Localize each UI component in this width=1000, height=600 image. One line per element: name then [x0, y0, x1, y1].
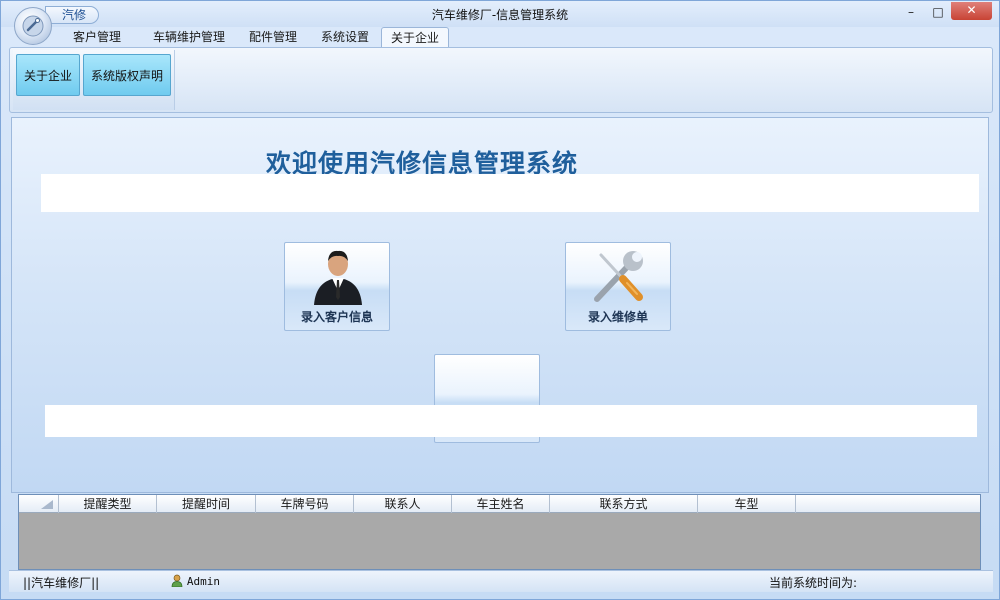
- ribbon-group-about: 关于企业 系统版权声明: [13, 50, 175, 110]
- window-title: 汽车维修厂-信息管理系统: [431, 8, 569, 22]
- add-customer-tile[interactable]: 录入客户信息: [284, 242, 390, 331]
- status-bar: ||汽车维修厂|| Admin 当前系统时间为:: [9, 570, 993, 592]
- copyright-statement-button[interactable]: 系统版权声明: [83, 54, 171, 96]
- status-time-label: 当前系统时间为:: [769, 576, 858, 590]
- column-header-car-model[interactable]: 车型: [698, 495, 796, 513]
- user-icon: [171, 574, 183, 588]
- ribbon-tabs: 客户管理 车辆维护管理 配件管理 系统设置 关于企业: [9, 27, 999, 48]
- quick-access-label[interactable]: 汽修: [45, 6, 99, 24]
- grid-header: 提醒类型 提醒时间 车牌号码 联系人 车主姓名 联系方式 车型: [19, 495, 980, 513]
- column-header-owner-name[interactable]: 车主姓名: [452, 495, 550, 513]
- column-header-reminder-type[interactable]: 提醒类型: [59, 495, 157, 513]
- grid-select-all[interactable]: [19, 495, 59, 513]
- add-customer-label: 录入客户信息: [300, 310, 373, 324]
- sort-corner-icon: [41, 500, 53, 509]
- tab-customer-management[interactable]: 客户管理: [61, 27, 133, 48]
- tab-parts-management[interactable]: 配件管理: [237, 27, 309, 48]
- status-user: Admin: [171, 574, 220, 588]
- column-header-contact-method[interactable]: 联系方式: [550, 495, 698, 513]
- close-button[interactable]: ✕: [951, 2, 992, 20]
- title-bar: 汽修 汽车维修厂-信息管理系统 – □ ✕: [1, 1, 999, 45]
- banner-strip-top: [41, 174, 979, 212]
- banner-strip-bottom: [45, 405, 977, 437]
- tab-vehicle-maintenance[interactable]: 车辆维护管理: [141, 27, 237, 48]
- column-header-reminder-time[interactable]: 提醒时间: [157, 495, 256, 513]
- maximize-button[interactable]: □: [926, 4, 950, 20]
- about-company-button[interactable]: 关于企业: [16, 54, 80, 96]
- businessman-icon: [314, 250, 362, 305]
- status-company: ||汽车维修厂||: [23, 576, 100, 590]
- tab-about-company[interactable]: 关于企业: [381, 27, 449, 48]
- status-user-name: Admin: [186, 575, 220, 588]
- reminder-grid: 提醒类型 提醒时间 车牌号码 联系人 车主姓名 联系方式 车型: [18, 494, 981, 570]
- column-header-contact[interactable]: 联系人: [354, 495, 452, 513]
- wrench-screwdriver-icon: [594, 251, 643, 302]
- column-header-plate-number[interactable]: 车牌号码: [256, 495, 354, 513]
- app-window: 汽修 汽车维修厂-信息管理系统 – □ ✕ 客户管理 车辆维护管理 配件管理 系…: [0, 0, 1000, 600]
- ribbon-panel: 关于企业 系统版权声明: [9, 47, 993, 113]
- tab-system-settings[interactable]: 系统设置: [309, 27, 381, 48]
- add-repair-order-tile[interactable]: 录入维修单: [565, 242, 671, 331]
- main-panel: 欢迎使用汽修信息管理系统 录入客户信息 录入维修单: [11, 117, 989, 493]
- minimize-button[interactable]: –: [899, 4, 923, 20]
- add-repair-order-label: 录入维修单: [587, 310, 648, 324]
- app-menu-button[interactable]: [14, 7, 52, 45]
- app-logo-icon: [22, 15, 44, 37]
